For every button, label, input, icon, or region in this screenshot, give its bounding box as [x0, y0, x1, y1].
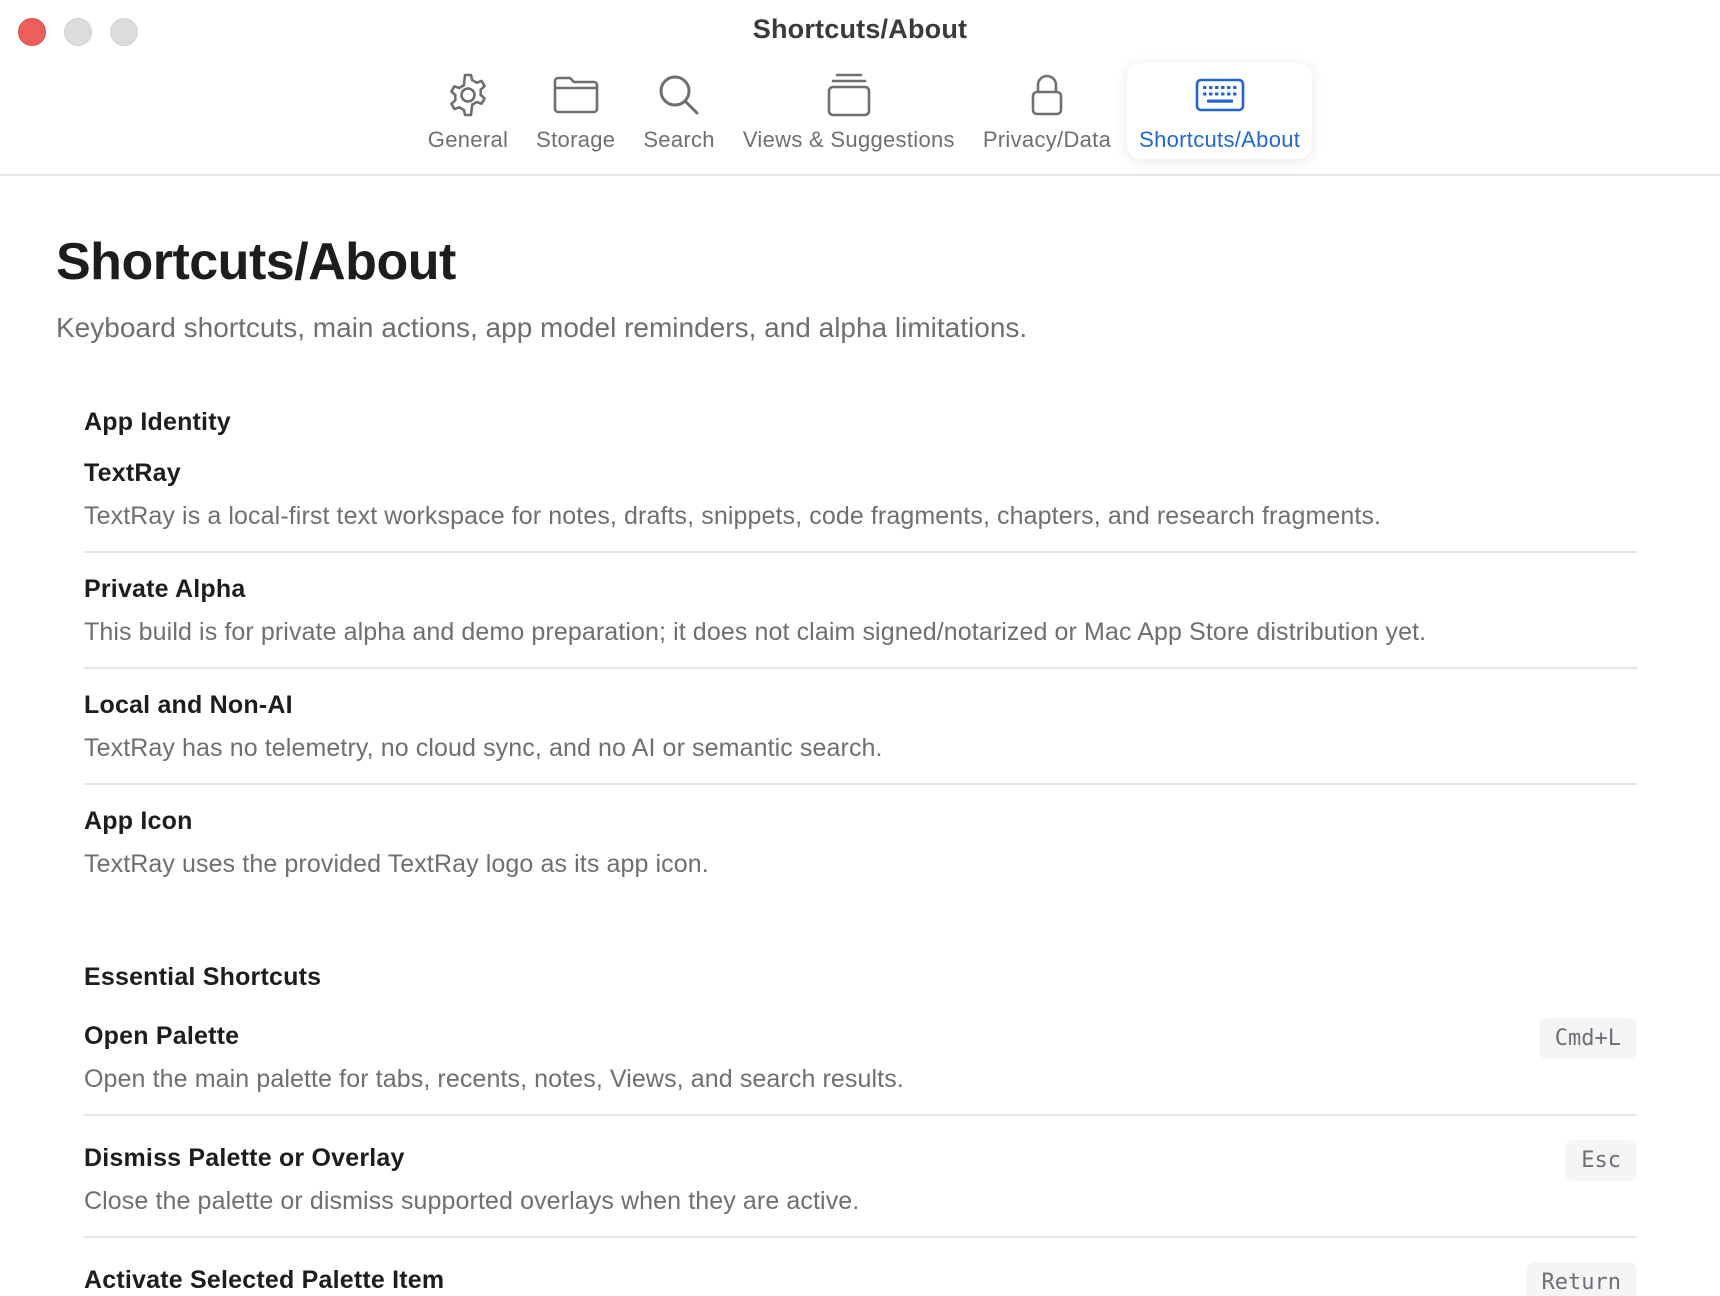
app-identity-section: App Identity TextRay TextRay is a local-… [84, 408, 1637, 899]
item-description: Close the palette or dismiss supported o… [84, 1187, 860, 1215]
tab-label: General [427, 127, 509, 152]
shortcut-row: Activate Selected Palette Item Return [84, 1238, 1637, 1296]
item-title: Activate Selected Palette Item [84, 1266, 445, 1294]
gear-icon [442, 71, 494, 119]
tab-general[interactable]: General [416, 63, 520, 159]
settings-window: Shortcuts/About General Storage Search V… [0, 0, 1720, 1296]
list-item: Private Alpha This build is for private … [84, 553, 1637, 669]
item-title: Local and Non-AI [84, 691, 293, 719]
tab-storage[interactable]: Storage [524, 63, 627, 159]
tab-search[interactable]: Search [631, 63, 727, 159]
section-heading: App Identity [84, 408, 231, 436]
tab-label: Views & Suggestions [742, 127, 955, 152]
item-description: TextRay is a local-first text workspace … [84, 502, 1382, 530]
tab-privacy-data[interactable]: Privacy/Data [971, 63, 1123, 159]
item-description: TextRay has no telemetry, no cloud sync,… [84, 734, 883, 762]
item-title: App Icon [84, 807, 193, 835]
magnifier-icon [653, 71, 705, 119]
lock-icon [1021, 71, 1073, 119]
title-bar: Shortcuts/About General Storage Search V… [0, 0, 1720, 176]
shortcut-key-badge: Cmd+L [1538, 1018, 1637, 1059]
preferences-toolbar: General Storage Search Views & Suggestio… [0, 63, 1720, 163]
page-title: Shortcuts/About [56, 233, 456, 291]
window-title: Shortcuts/About [752, 14, 968, 44]
item-title: TextRay [84, 459, 181, 487]
shortcut-row: Dismiss Palette or Overlay Close the pal… [84, 1116, 1637, 1238]
tab-label: Search [643, 127, 715, 152]
list-item: App Icon TextRay uses the provided TextR… [84, 785, 1637, 899]
item-description: Open the main palette for tabs, recents,… [84, 1065, 904, 1093]
shortcut-row: Open Palette Open the main palette for t… [84, 1018, 1637, 1116]
tab-views-suggestions[interactable]: Views & Suggestions [731, 63, 967, 159]
tab-label: Storage [536, 127, 616, 152]
folder-icon [550, 71, 602, 119]
item-title: Dismiss Palette or Overlay [84, 1144, 405, 1172]
section-heading: Essential Shortcuts [84, 963, 322, 991]
item-title: Open Palette [84, 1022, 240, 1050]
tab-label: Shortcuts/About [1139, 127, 1301, 152]
page-subtitle: Keyboard shortcuts, main actions, app mo… [56, 312, 1028, 343]
essential-shortcuts-section: Essential Shortcuts Open Palette Open th… [84, 963, 1637, 1296]
tab-label: Privacy/Data [982, 127, 1112, 152]
keyboard-icon [1194, 71, 1246, 119]
item-description: This build is for private alpha and demo… [84, 618, 1427, 646]
shortcut-key-badge: Esc [1565, 1140, 1637, 1181]
item-title: Private Alpha [84, 575, 246, 603]
settings-content: Shortcuts/About Keyboard shortcuts, main… [0, 178, 1720, 1296]
item-description: TextRay uses the provided TextRay logo a… [84, 850, 709, 878]
tab-shortcuts-about[interactable]: Shortcuts/About [1127, 63, 1313, 159]
stacked-cards-icon [823, 71, 875, 119]
list-item: TextRay TextRay is a local-first text wo… [84, 459, 1637, 553]
shortcut-key-badge: Return [1525, 1262, 1637, 1296]
list-item: Local and Non-AI TextRay has no telemetr… [84, 669, 1637, 785]
